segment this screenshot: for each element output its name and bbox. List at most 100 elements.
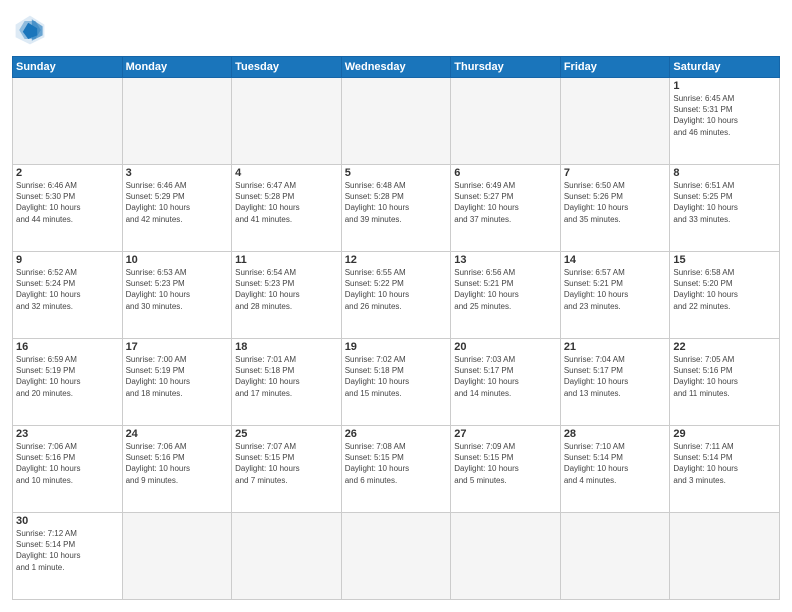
day-number: 19 <box>345 341 448 353</box>
day-number: 7 <box>564 167 667 179</box>
day-info: Sunrise: 6:47 AMSunset: 5:28 PMDaylight:… <box>235 180 338 225</box>
day-cell: 8Sunrise: 6:51 AMSunset: 5:25 PMDaylight… <box>670 165 780 252</box>
day-info: Sunrise: 7:07 AMSunset: 5:15 PMDaylight:… <box>235 441 338 486</box>
weekday-header-tuesday: Tuesday <box>232 57 342 78</box>
day-cell: 17Sunrise: 7:00 AMSunset: 5:19 PMDayligh… <box>122 339 232 426</box>
day-cell: 4Sunrise: 6:47 AMSunset: 5:28 PMDaylight… <box>232 165 342 252</box>
day-info: Sunrise: 7:09 AMSunset: 5:15 PMDaylight:… <box>454 441 557 486</box>
day-number: 29 <box>673 428 776 440</box>
day-cell <box>341 513 451 600</box>
day-info: Sunrise: 7:08 AMSunset: 5:15 PMDaylight:… <box>345 441 448 486</box>
day-cell: 6Sunrise: 6:49 AMSunset: 5:27 PMDaylight… <box>451 165 561 252</box>
day-number: 14 <box>564 254 667 266</box>
day-info: Sunrise: 7:01 AMSunset: 5:18 PMDaylight:… <box>235 354 338 399</box>
day-cell: 24Sunrise: 7:06 AMSunset: 5:16 PMDayligh… <box>122 426 232 513</box>
day-cell: 1Sunrise: 6:45 AMSunset: 5:31 PMDaylight… <box>670 78 780 165</box>
day-cell <box>122 78 232 165</box>
day-cell: 11Sunrise: 6:54 AMSunset: 5:23 PMDayligh… <box>232 252 342 339</box>
day-info: Sunrise: 7:04 AMSunset: 5:17 PMDaylight:… <box>564 354 667 399</box>
day-info: Sunrise: 6:54 AMSunset: 5:23 PMDaylight:… <box>235 267 338 312</box>
header <box>12 12 780 48</box>
logo <box>12 12 52 48</box>
weekday-header-monday: Monday <box>122 57 232 78</box>
day-cell: 12Sunrise: 6:55 AMSunset: 5:22 PMDayligh… <box>341 252 451 339</box>
day-info: Sunrise: 6:59 AMSunset: 5:19 PMDaylight:… <box>16 354 119 399</box>
day-cell <box>560 78 670 165</box>
day-info: Sunrise: 6:53 AMSunset: 5:23 PMDaylight:… <box>126 267 229 312</box>
day-number: 28 <box>564 428 667 440</box>
page: SundayMondayTuesdayWednesdayThursdayFrid… <box>0 0 792 612</box>
day-cell <box>122 513 232 600</box>
day-number: 15 <box>673 254 776 266</box>
day-number: 8 <box>673 167 776 179</box>
day-info: Sunrise: 6:57 AMSunset: 5:21 PMDaylight:… <box>564 267 667 312</box>
day-number: 9 <box>16 254 119 266</box>
day-info: Sunrise: 7:10 AMSunset: 5:14 PMDaylight:… <box>564 441 667 486</box>
day-number: 30 <box>16 515 119 527</box>
day-cell: 19Sunrise: 7:02 AMSunset: 5:18 PMDayligh… <box>341 339 451 426</box>
day-number: 17 <box>126 341 229 353</box>
day-info: Sunrise: 6:49 AMSunset: 5:27 PMDaylight:… <box>454 180 557 225</box>
calendar-table: SundayMondayTuesdayWednesdayThursdayFrid… <box>12 56 780 600</box>
day-number: 20 <box>454 341 557 353</box>
day-cell <box>341 78 451 165</box>
weekday-header-saturday: Saturday <box>670 57 780 78</box>
day-cell: 30Sunrise: 7:12 AMSunset: 5:14 PMDayligh… <box>13 513 123 600</box>
day-info: Sunrise: 7:06 AMSunset: 5:16 PMDaylight:… <box>126 441 229 486</box>
day-cell: 23Sunrise: 7:06 AMSunset: 5:16 PMDayligh… <box>13 426 123 513</box>
day-number: 3 <box>126 167 229 179</box>
day-cell: 18Sunrise: 7:01 AMSunset: 5:18 PMDayligh… <box>232 339 342 426</box>
day-cell: 25Sunrise: 7:07 AMSunset: 5:15 PMDayligh… <box>232 426 342 513</box>
day-cell <box>232 78 342 165</box>
day-info: Sunrise: 7:00 AMSunset: 5:19 PMDaylight:… <box>126 354 229 399</box>
day-number: 4 <box>235 167 338 179</box>
day-info: Sunrise: 7:02 AMSunset: 5:18 PMDaylight:… <box>345 354 448 399</box>
day-info: Sunrise: 6:51 AMSunset: 5:25 PMDaylight:… <box>673 180 776 225</box>
day-cell: 14Sunrise: 6:57 AMSunset: 5:21 PMDayligh… <box>560 252 670 339</box>
day-number: 21 <box>564 341 667 353</box>
day-info: Sunrise: 7:05 AMSunset: 5:16 PMDaylight:… <box>673 354 776 399</box>
weekday-header-friday: Friday <box>560 57 670 78</box>
day-number: 10 <box>126 254 229 266</box>
week-row-4: 16Sunrise: 6:59 AMSunset: 5:19 PMDayligh… <box>13 339 780 426</box>
day-cell: 21Sunrise: 7:04 AMSunset: 5:17 PMDayligh… <box>560 339 670 426</box>
day-number: 6 <box>454 167 557 179</box>
day-number: 16 <box>16 341 119 353</box>
day-number: 22 <box>673 341 776 353</box>
day-number: 12 <box>345 254 448 266</box>
day-info: Sunrise: 6:46 AMSunset: 5:30 PMDaylight:… <box>16 180 119 225</box>
day-cell: 26Sunrise: 7:08 AMSunset: 5:15 PMDayligh… <box>341 426 451 513</box>
day-cell <box>13 78 123 165</box>
day-number: 26 <box>345 428 448 440</box>
day-info: Sunrise: 7:12 AMSunset: 5:14 PMDaylight:… <box>16 528 119 573</box>
week-row-6: 30Sunrise: 7:12 AMSunset: 5:14 PMDayligh… <box>13 513 780 600</box>
day-cell <box>670 513 780 600</box>
day-info: Sunrise: 6:45 AMSunset: 5:31 PMDaylight:… <box>673 93 776 138</box>
day-cell: 27Sunrise: 7:09 AMSunset: 5:15 PMDayligh… <box>451 426 561 513</box>
day-info: Sunrise: 7:06 AMSunset: 5:16 PMDaylight:… <box>16 441 119 486</box>
day-info: Sunrise: 7:03 AMSunset: 5:17 PMDaylight:… <box>454 354 557 399</box>
day-number: 23 <box>16 428 119 440</box>
day-info: Sunrise: 6:50 AMSunset: 5:26 PMDaylight:… <box>564 180 667 225</box>
logo-icon <box>12 12 48 48</box>
day-info: Sunrise: 6:58 AMSunset: 5:20 PMDaylight:… <box>673 267 776 312</box>
day-cell: 16Sunrise: 6:59 AMSunset: 5:19 PMDayligh… <box>13 339 123 426</box>
weekday-header-thursday: Thursday <box>451 57 561 78</box>
day-cell <box>451 513 561 600</box>
week-row-5: 23Sunrise: 7:06 AMSunset: 5:16 PMDayligh… <box>13 426 780 513</box>
day-number: 5 <box>345 167 448 179</box>
day-cell: 3Sunrise: 6:46 AMSunset: 5:29 PMDaylight… <box>122 165 232 252</box>
week-row-2: 2Sunrise: 6:46 AMSunset: 5:30 PMDaylight… <box>13 165 780 252</box>
day-cell: 7Sunrise: 6:50 AMSunset: 5:26 PMDaylight… <box>560 165 670 252</box>
day-number: 24 <box>126 428 229 440</box>
day-cell: 15Sunrise: 6:58 AMSunset: 5:20 PMDayligh… <box>670 252 780 339</box>
day-cell <box>560 513 670 600</box>
day-number: 1 <box>673 80 776 92</box>
day-cell: 13Sunrise: 6:56 AMSunset: 5:21 PMDayligh… <box>451 252 561 339</box>
day-cell: 10Sunrise: 6:53 AMSunset: 5:23 PMDayligh… <box>122 252 232 339</box>
day-cell: 29Sunrise: 7:11 AMSunset: 5:14 PMDayligh… <box>670 426 780 513</box>
day-number: 27 <box>454 428 557 440</box>
weekday-header-sunday: Sunday <box>13 57 123 78</box>
week-row-3: 9Sunrise: 6:52 AMSunset: 5:24 PMDaylight… <box>13 252 780 339</box>
day-cell: 9Sunrise: 6:52 AMSunset: 5:24 PMDaylight… <box>13 252 123 339</box>
